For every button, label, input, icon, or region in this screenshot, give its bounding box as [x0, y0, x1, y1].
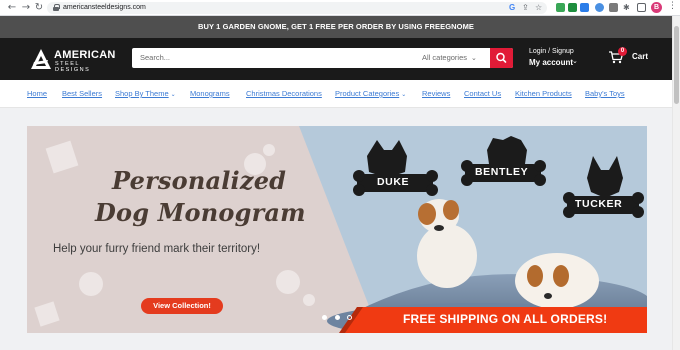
extension-blue-icon[interactable]	[580, 3, 589, 12]
logo-text: AMERICAN	[54, 49, 116, 61]
extension-circle-icon[interactable]	[595, 3, 604, 12]
back-icon[interactable]: ←	[6, 2, 18, 14]
profile-avatar[interactable]: B	[651, 2, 662, 13]
page-scrollbar[interactable]	[672, 16, 680, 350]
search-icon	[496, 52, 507, 63]
browser-toolbar: ← → ↻ americansteeldesigns.com G ⇪ ☆ ✱ B…	[0, 0, 680, 16]
site-logo[interactable]: AMERICAN STEEL DESIGNS	[30, 47, 116, 73]
kebab-menu-icon[interactable]: ⋮	[668, 1, 677, 11]
nav-item-label: Baby's Toys	[585, 89, 625, 98]
nav-item-home[interactable]: Home	[27, 80, 47, 108]
reload-icon[interactable]: ↻	[33, 2, 45, 14]
forward-icon[interactable]: →	[20, 2, 32, 14]
extension-sheet-icon[interactable]	[568, 3, 577, 12]
slide-dot-2[interactable]	[335, 315, 340, 320]
nav-item-label: Product Categories	[335, 89, 400, 98]
hero-banner[interactable]: DUKE BENTLEY TUCKER Personalized Dog Mon…	[27, 126, 647, 333]
nav-item-label: Contact Us	[464, 89, 502, 98]
scrollbar-thumb[interactable]	[674, 26, 679, 104]
google-icon[interactable]: G	[509, 2, 515, 14]
search-input[interactable]: Search...	[140, 48, 170, 68]
hero-subtitle: Help your furry friend mark their territ…	[53, 243, 261, 255]
nav-item-best-sellers[interactable]: Best Sellers	[62, 80, 102, 108]
nav-item-shop-by-theme[interactable]: Shop By Theme ⌄	[115, 80, 176, 109]
nav-item-label: Reviews	[422, 89, 451, 98]
nav-item-label: Best Sellers	[62, 89, 103, 98]
slide-dot-3[interactable]	[347, 315, 352, 320]
search-button[interactable]	[490, 48, 513, 68]
nav-item-christmas-decorations[interactable]: Christmas Decorations	[246, 80, 322, 108]
pet-name-bentley: BENTLEY	[475, 166, 529, 178]
nav-item-label: Shop By Theme	[115, 89, 169, 98]
pet-name-tucker: TUCKER	[575, 198, 623, 210]
slide-dot-1[interactable]	[322, 315, 327, 320]
nav-item-babys-toys[interactable]: Baby's Toys	[585, 80, 625, 108]
hero-title-line2: Dog Monogram	[95, 198, 306, 227]
cart-count-badge: 0	[618, 47, 627, 56]
nav-item-label: Christmas Decorations	[246, 89, 322, 98]
dog-photo	[299, 126, 647, 333]
lock-icon[interactable]	[53, 4, 60, 11]
login-signup-link[interactable]: Login / Signup	[529, 48, 574, 55]
nav-item-label: Home	[27, 89, 48, 98]
chevron-down-icon: ⌄	[401, 91, 407, 98]
search-bar: Search... All categories ⌄	[132, 48, 513, 68]
cart-link[interactable]: Cart	[632, 52, 648, 61]
url-text[interactable]: americansteeldesigns.com	[63, 2, 146, 14]
site-header: AMERICAN STEEL DESIGNS Search... All cat…	[0, 38, 672, 80]
nav-item-monograms[interactable]: Monograms	[190, 80, 230, 108]
view-collection-button[interactable]: View Collection!	[141, 298, 223, 314]
sidepanel-icon[interactable]	[637, 3, 646, 12]
nav-item-product-categories[interactable]: Product Categories ⌄	[335, 80, 406, 109]
pet-name-duke: DUKE	[377, 176, 410, 188]
nav-item-label: Kitchen Products	[515, 89, 572, 98]
extension-green-icon[interactable]	[556, 3, 565, 12]
extension-gray-icon[interactable]	[609, 3, 618, 12]
logo-subtext: STEEL DESIGNS	[55, 61, 91, 73]
star-icon[interactable]: ☆	[535, 2, 542, 14]
nav-item-label: Monograms	[190, 89, 230, 98]
my-account-link[interactable]: My account	[529, 58, 573, 67]
chevron-down-icon: ⌄	[170, 91, 176, 98]
account-chevron-icon[interactable]: ⌄	[572, 57, 578, 65]
free-shipping-banner: FREE SHIPPING ON ALL ORDERS!	[403, 312, 608, 326]
nav-item-kitchen-products[interactable]: Kitchen Products	[515, 80, 572, 108]
hero-title-line1: Personalized	[112, 166, 287, 195]
chevron-down-icon[interactable]: ⌄	[471, 48, 477, 68]
share-icon[interactable]: ⇪	[522, 2, 529, 14]
promo-bar: BUY 1 GARDEN GNOME, GET 1 FREE PER ORDER…	[0, 16, 672, 38]
logo-mark-icon	[31, 49, 51, 69]
hero-photo	[34, 126, 647, 333]
nav-item-contact-us[interactable]: Contact Us	[464, 80, 501, 108]
main-nav: Home Best Sellers Shop By Theme ⌄ Monogra…	[0, 80, 672, 108]
nav-item-reviews[interactable]: Reviews	[422, 80, 450, 108]
address-bar[interactable]: americansteeldesigns.com G ⇪ ☆	[47, 2, 547, 14]
extensions-icon[interactable]: ✱	[623, 2, 630, 14]
category-select[interactable]: All categories	[422, 48, 467, 68]
